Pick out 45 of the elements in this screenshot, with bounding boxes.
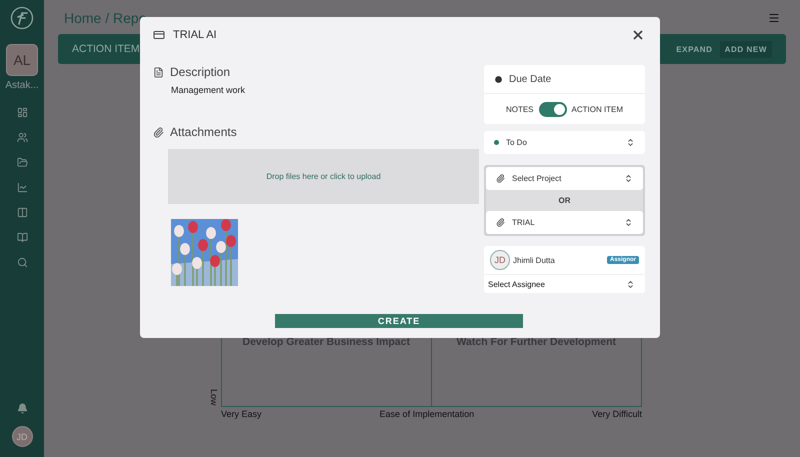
menu-icon[interactable] xyxy=(768,12,780,24)
section-title: Description xyxy=(170,65,230,79)
due-date-label[interactable]: Due Date xyxy=(509,74,552,84)
sort-icon xyxy=(624,218,633,227)
card-icon xyxy=(153,29,165,41)
section-title: Attachments xyxy=(170,125,237,139)
x-axis-label: Very Easy xyxy=(221,409,262,419)
sort-icon xyxy=(624,174,633,183)
description-text: Management work xyxy=(171,85,246,95)
expand-button[interactable]: EXPAND xyxy=(671,40,718,58)
create-button[interactable]: CREATE xyxy=(275,314,523,328)
toggle-label: ACTION ITEM xyxy=(572,104,624,114)
add-new-button[interactable]: ADD NEW xyxy=(720,40,772,58)
y-axis-label: Low xyxy=(209,389,219,403)
paperclip-icon xyxy=(496,174,505,183)
folder-icon[interactable] xyxy=(16,157,28,168)
sort-icon xyxy=(626,138,635,147)
workspace-avatar[interactable]: AL xyxy=(6,44,38,76)
paperclip-icon xyxy=(496,218,505,227)
columns-icon[interactable] xyxy=(16,207,28,218)
paperclip-icon xyxy=(153,126,164,138)
assignor-avatar: JD xyxy=(490,250,510,270)
or-separator: OR xyxy=(558,195,570,207)
dashboard-icon[interactable] xyxy=(16,107,28,118)
modal-title: TRIAL AI xyxy=(173,29,218,41)
workspace-name: Astak... xyxy=(5,80,39,91)
document-icon xyxy=(153,66,164,78)
book-icon[interactable] xyxy=(16,232,28,243)
upload-dropzone[interactable]: Drop files here or click to upload xyxy=(168,149,479,204)
x-axis-label: Very Difficult xyxy=(592,409,642,419)
toolbar-title: ACTION ITEM xyxy=(72,43,140,55)
x-axis-label: Ease of Implementation xyxy=(380,409,474,419)
people-icon[interactable] xyxy=(16,132,28,143)
bell-icon[interactable] xyxy=(16,403,28,414)
project-select[interactable]: Select Project xyxy=(486,167,643,190)
sort-icon xyxy=(626,280,635,288)
close-button[interactable] xyxy=(631,28,645,42)
status-select[interactable]: To Do xyxy=(484,131,645,154)
search-icon[interactable] xyxy=(16,257,28,268)
assignor-name: Jhimli Dutta xyxy=(513,256,556,264)
logo-icon[interactable] xyxy=(10,6,34,30)
toggle-label: NOTES xyxy=(506,104,534,114)
line-chart-icon[interactable] xyxy=(16,182,28,193)
project-select[interactable]: TRIAL xyxy=(486,211,643,234)
type-toggle[interactable] xyxy=(538,102,566,116)
